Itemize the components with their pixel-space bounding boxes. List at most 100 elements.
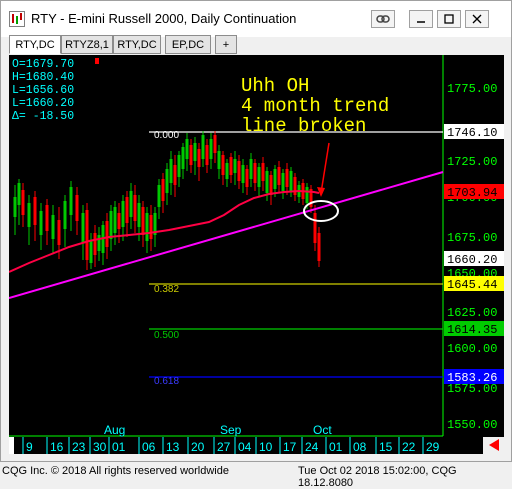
candle-body xyxy=(241,165,245,183)
candle-body xyxy=(193,143,197,161)
date-tick-label: 04 xyxy=(238,440,252,454)
price-tag-last: 1660.20 xyxy=(447,253,497,267)
add-tab-button[interactable]: + xyxy=(215,35,237,54)
ohlc-readout: O=1679.70 H=1680.40 L=1656.60 L=1660.20 … xyxy=(10,56,99,123)
candle-body xyxy=(253,163,257,183)
annotation-line-1: Uhh OH xyxy=(241,75,309,97)
price-chart-canvas[interactable]: 0.000 0.382 0.500 0.618 Uhh OH 4 month t… xyxy=(8,55,504,454)
chart-window: RTY - E-mini Russell 2000, Daily Continu… xyxy=(0,0,512,462)
price-tag-fib382: 1645.44 xyxy=(447,278,497,292)
candle-body xyxy=(105,221,109,247)
candle-body xyxy=(63,201,67,229)
date-tick-label: 22 xyxy=(402,440,416,454)
month-label: Aug xyxy=(104,423,125,437)
price-tick: 1725.00 xyxy=(447,155,497,169)
candle-body xyxy=(173,165,177,185)
price-tag-fib500: 1614.35 xyxy=(447,323,497,337)
candle-body xyxy=(133,195,137,221)
maximize-icon xyxy=(444,14,454,24)
candle-body xyxy=(277,167,281,185)
candle-body xyxy=(89,241,93,263)
fib-label-618: 0.618 xyxy=(154,376,179,387)
candle-body xyxy=(189,145,193,165)
candle-body xyxy=(85,210,89,260)
candle-body xyxy=(225,163,229,179)
candle-body xyxy=(221,155,225,175)
link-icon xyxy=(376,15,390,23)
link-button[interactable] xyxy=(371,10,395,28)
candle-body xyxy=(181,147,185,169)
candle-body xyxy=(285,169,289,187)
candle-body xyxy=(237,161,241,181)
price-tick: 1550.00 xyxy=(447,418,497,432)
candle-body xyxy=(245,169,249,187)
candle-body xyxy=(201,135,205,159)
candle-body xyxy=(27,203,31,227)
date-tick-label: 30 xyxy=(93,440,107,454)
status-bar: CQG Inc. © 2018 All rights reserved worl… xyxy=(0,462,512,489)
price-tick: 1600.00 xyxy=(447,342,497,356)
candle-body xyxy=(117,213,121,229)
ohlc-high: H=1680.40 xyxy=(12,71,74,84)
candle-body xyxy=(149,215,153,239)
date-tick-label: 15 xyxy=(379,440,393,454)
date-tick-label: 06 xyxy=(142,440,156,454)
price-tick: 1625.00 xyxy=(447,306,497,320)
window-title: RTY - E-mini Russell 2000, Daily Continu… xyxy=(31,11,297,26)
title-bar[interactable]: RTY - E-mini Russell 2000, Daily Continu… xyxy=(1,1,511,37)
month-label: Oct xyxy=(313,423,332,437)
candle-body xyxy=(13,197,17,217)
scroll-thumb[interactable] xyxy=(9,437,14,454)
date-tick-label: 01 xyxy=(329,440,343,454)
ohlc-change: Δ= -18.50 xyxy=(12,110,74,123)
price-tick: 1675.00 xyxy=(447,231,497,245)
candle-body xyxy=(157,185,161,207)
candle-body xyxy=(21,190,25,215)
price-tag-fib618: 1583.26 xyxy=(447,371,497,385)
annotation-line-3: line broken xyxy=(241,115,366,137)
candle-body xyxy=(317,233,321,261)
candle-body xyxy=(205,145,209,165)
candle-body xyxy=(185,139,189,159)
candle-body xyxy=(17,183,21,205)
candle-body xyxy=(97,235,101,251)
candle-body xyxy=(145,213,149,241)
candle-body xyxy=(209,139,213,159)
fib-label-500: 0.500 xyxy=(154,330,179,341)
close-icon xyxy=(472,14,482,24)
candle-body xyxy=(69,187,73,215)
candle-body xyxy=(197,149,201,167)
candle-body xyxy=(125,197,129,223)
ohlc-open: O=1679.70 xyxy=(12,58,74,71)
scroll-right-button[interactable] xyxy=(483,437,504,454)
minimize-button[interactable] xyxy=(409,10,433,28)
date-tick-label: 24 xyxy=(305,440,319,454)
maximize-button[interactable] xyxy=(437,10,461,28)
candle-body xyxy=(113,207,117,233)
candle-body xyxy=(313,213,317,243)
candle-body xyxy=(93,233,97,255)
candle-body xyxy=(165,169,169,193)
candle-body xyxy=(75,195,79,221)
candle-body xyxy=(129,191,133,217)
candle-body xyxy=(305,187,309,203)
candle-body xyxy=(269,175,273,195)
candle-body xyxy=(39,211,43,235)
candle-body xyxy=(161,179,165,201)
copyright-text: CQG Inc. © 2018 All rights reserved worl… xyxy=(2,465,229,477)
date-tick-label: 9 xyxy=(26,440,33,454)
close-button[interactable] xyxy=(465,10,489,28)
tab-rtyz8[interactable]: RTYZ8,1 xyxy=(61,35,113,54)
candle-body xyxy=(137,203,141,227)
candle-body xyxy=(169,159,173,183)
fib-label-0: 0.000 xyxy=(154,130,179,141)
date-tick-label: 17 xyxy=(283,440,297,454)
tab-ep-dc[interactable]: EP,DC xyxy=(165,35,211,54)
chart-app-icon xyxy=(9,11,25,27)
minimize-icon xyxy=(417,21,425,23)
tab-rty-dc-2[interactable]: RTY,DC xyxy=(113,35,161,54)
fib-label-382: 0.382 xyxy=(154,284,179,295)
date-tick-label: 16 xyxy=(50,440,64,454)
price-chart[interactable]: 0.000 0.382 0.500 0.618 Uhh OH 4 month t… xyxy=(8,55,504,454)
tab-rty-dc[interactable]: RTY,DC xyxy=(9,35,61,54)
